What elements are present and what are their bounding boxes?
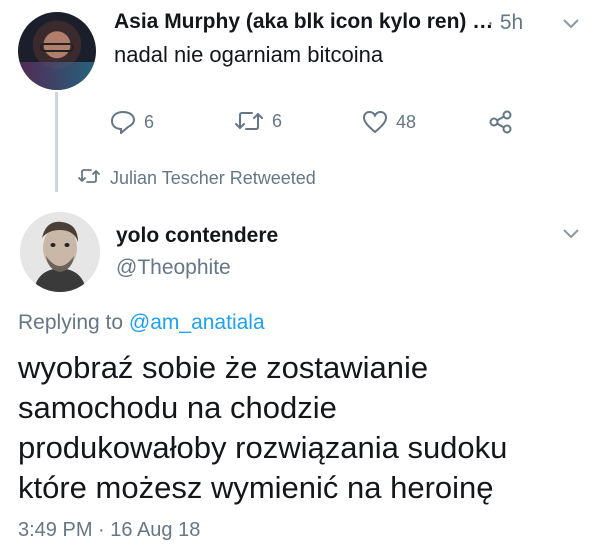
retweet-button[interactable]: 6	[234, 110, 282, 132]
avatar-glasses	[40, 43, 74, 52]
like-count: 48	[396, 111, 417, 132]
retweet-count: 6	[272, 110, 283, 131]
tweet-timestamp[interactable]: 3:49 PM · 16 Aug 18	[18, 519, 200, 542]
chevron-down-icon[interactable]	[563, 226, 579, 244]
reply-button[interactable]: 6	[110, 110, 154, 134]
avatar[interactable]	[18, 12, 96, 90]
like-button[interactable]: 48	[362, 110, 416, 134]
tweet-author-name[interactable]: yolo contendere	[116, 224, 278, 248]
avatar-portrait	[20, 212, 100, 292]
tweet-time[interactable]: · 5h	[487, 11, 523, 35]
share-button[interactable]	[488, 110, 514, 134]
share-icon	[488, 110, 514, 134]
replying-to-label: Replying to	[18, 311, 124, 334]
tweet-author-handle[interactable]: @Theophite	[116, 256, 231, 280]
reply-count: 6	[144, 111, 155, 132]
chevron-down-icon[interactable]	[563, 16, 579, 34]
retweeted-by[interactable]: Julian Tescher Retweeted	[78, 168, 316, 189]
retweeted-by-label: Julian Tescher Retweeted	[110, 168, 316, 188]
tweet-text-line: wyobraź sobie że zostawianie	[18, 350, 429, 385]
tweet-author-name[interactable]: Asia Murphy (aka blk icon kylo ren) …	[114, 10, 493, 34]
thread-connector	[55, 92, 58, 192]
tweet-text: nadal nie ogarniam bitcoina	[114, 42, 384, 67]
heart-icon	[362, 110, 388, 134]
mention-link[interactable]: @am_anatiala	[129, 311, 265, 334]
tweet-text-line: samochodu na chodzie	[18, 390, 337, 425]
avatar[interactable]	[20, 212, 100, 292]
author-name[interactable]: Asia Murphy (aka blk icon kylo ren)	[114, 10, 466, 33]
retweet-icon	[234, 110, 264, 132]
retweet-icon	[78, 168, 100, 189]
reply-icon	[110, 110, 136, 134]
tweet-text: wyobraź sobie że zostawianie samochodu n…	[18, 348, 588, 508]
replying-to: Replying to @am_anatiala	[18, 311, 265, 335]
tweet-text-line: produkowałoby rozwiązania sudoku	[18, 430, 508, 465]
avatar-background	[18, 62, 96, 90]
tweet-text-line: które możesz wymienić na heroinę	[18, 470, 494, 505]
